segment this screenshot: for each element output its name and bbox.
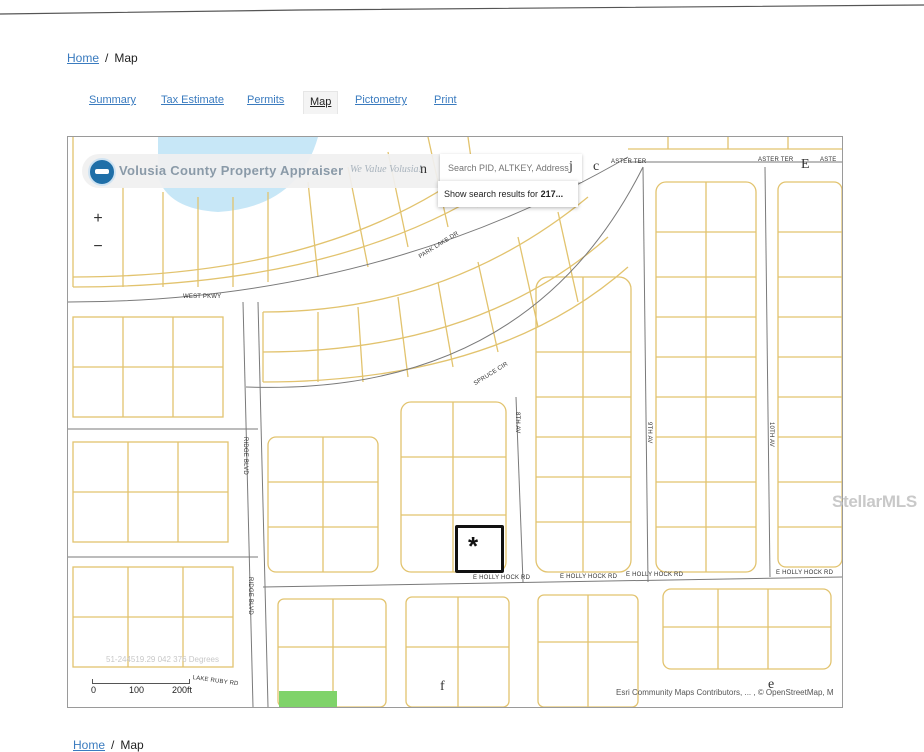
scale-label-end: 200ft [172, 685, 193, 695]
street-ridge-blvd-upper: RIDGE BLVD [242, 437, 248, 475]
tab-print[interactable]: Print [434, 94, 457, 106]
tab-pictometry[interactable]: Pictometry [355, 94, 407, 106]
watermark-text: StellarMLS [832, 492, 917, 511]
artifact-glyph-n: n [420, 162, 427, 177]
parcel-lines [72, 137, 842, 707]
breadcrumb-current-bottom: Map [120, 738, 144, 752]
search-suggestion[interactable]: Show search results for 217... [438, 181, 578, 207]
map-search-box[interactable] [440, 154, 582, 182]
org-name: Volusia County Property Appraiser [119, 163, 344, 178]
tab-summary[interactable]: Summary [89, 94, 136, 106]
tab-tax-estimate[interactable]: Tax Estimate [161, 94, 224, 106]
coordinate-readout: 51-244519.29 042 376 Degrees [106, 655, 219, 664]
road-lines [68, 156, 842, 707]
map-attribution: Esri Community Maps Contributors, ... , … [616, 688, 834, 697]
org-tagline: We Value Volusia! [350, 164, 422, 175]
map-search-input[interactable] [446, 159, 580, 177]
breadcrumb: Home / Map [67, 51, 138, 65]
asterisk-icon: * [468, 531, 479, 561]
breadcrumb-bottom: Home / Map [73, 738, 144, 752]
street-aster-ter-3: ASTE [820, 157, 837, 163]
breadcrumb-home-link[interactable]: Home [67, 51, 99, 65]
tab-permits[interactable]: Permits [247, 94, 284, 106]
map-canvas[interactable] [68, 137, 842, 707]
artifact-glyph-e-top: E [801, 157, 810, 172]
suggestion-prefix: Show search results for [444, 189, 539, 199]
zoom-in-button[interactable]: + [88, 209, 108, 229]
breadcrumb-separator-bottom: / [111, 738, 115, 752]
scan-edge-line [0, 4, 924, 15]
street-holly-hock-4: E HOLLY HOCK RD [776, 570, 834, 576]
street-holly-hock-2: E HOLLY HOCK RD [560, 574, 618, 580]
highlighted-parcel [279, 691, 337, 707]
street-holly-hock-3: E HOLLY HOCK RD [626, 572, 684, 578]
artifact-glyph-f: f [440, 679, 445, 694]
breadcrumb-current: Map [114, 51, 138, 65]
street-8th-av: 8TH AV [514, 412, 520, 434]
street-ridge-blvd-lower: RIDGE BLVD [247, 577, 253, 615]
breadcrumb-separator: / [105, 51, 109, 65]
street-holly-hock-1: E HOLLY HOCK RD [473, 575, 531, 581]
zoom-out-button[interactable]: − [88, 237, 108, 257]
street-9th-av: 9TH AV [646, 422, 652, 444]
artifact-glyph-j: j [569, 159, 573, 174]
parcel-map[interactable]: Volusia County Property Appraiser We Val… [67, 136, 843, 708]
county-seal-icon [88, 158, 116, 186]
artifact-glyph-c: c [593, 159, 600, 174]
subject-parcel-marker: * [455, 525, 504, 573]
scale-label-mid: 100 [129, 685, 145, 695]
suggestion-query: 217... [540, 189, 564, 199]
scale-bar [92, 679, 190, 684]
street-10th-av: 10TH AV [768, 422, 774, 447]
street-aster-ter-1: ASTER TER [611, 159, 647, 165]
scale-label-zero: 0 [91, 685, 97, 695]
street-west-pkwy: WEST PKWY [183, 294, 222, 300]
tab-map[interactable]: Map [303, 91, 339, 114]
street-aster-ter-2: ASTER TER [758, 157, 794, 163]
breadcrumb-home-link-bottom[interactable]: Home [73, 738, 105, 752]
